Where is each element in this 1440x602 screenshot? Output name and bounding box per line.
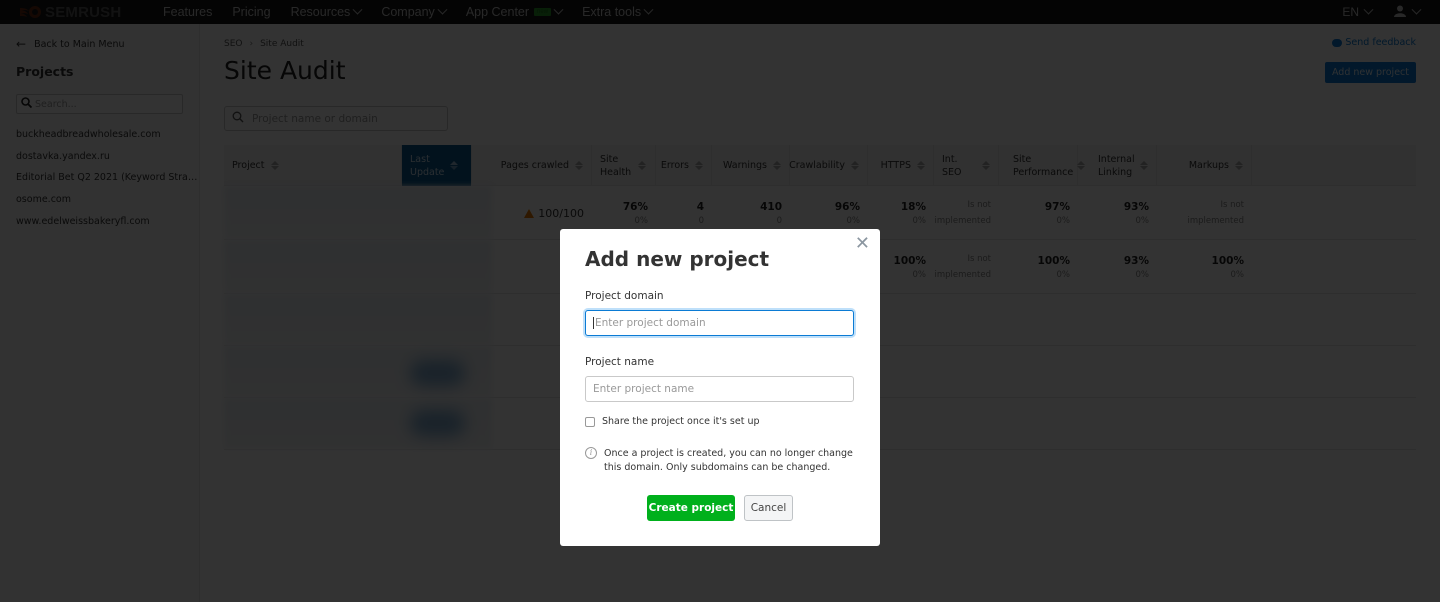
project-domain-label: Project domain bbox=[585, 290, 664, 302]
share-label: Share the project once it's set up bbox=[602, 416, 760, 427]
info-icon: i bbox=[585, 447, 597, 459]
share-project-option[interactable]: Share the project once it's set up bbox=[585, 416, 760, 427]
text-cursor bbox=[593, 317, 594, 329]
domain-info-note: i Once a project is created, you can no … bbox=[585, 447, 856, 475]
share-checkbox[interactable] bbox=[585, 416, 595, 427]
project-name-input[interactable]: Enter project name bbox=[585, 376, 854, 402]
add-project-modal: ✕ Add new project Project domain Enter p… bbox=[560, 229, 880, 546]
project-domain-input[interactable]: Enter project domain bbox=[585, 310, 854, 336]
cancel-button[interactable]: Cancel bbox=[744, 495, 793, 521]
close-icon[interactable]: ✕ bbox=[855, 235, 870, 253]
project-domain-placeholder: Enter project domain bbox=[595, 317, 706, 329]
modal-title: Add new project bbox=[585, 247, 770, 271]
project-name-placeholder: Enter project name bbox=[593, 383, 695, 395]
project-name-label: Project name bbox=[585, 356, 655, 368]
info-text: Once a project is created, you can no lo… bbox=[604, 448, 853, 473]
create-project-button[interactable]: Create project bbox=[647, 495, 735, 521]
